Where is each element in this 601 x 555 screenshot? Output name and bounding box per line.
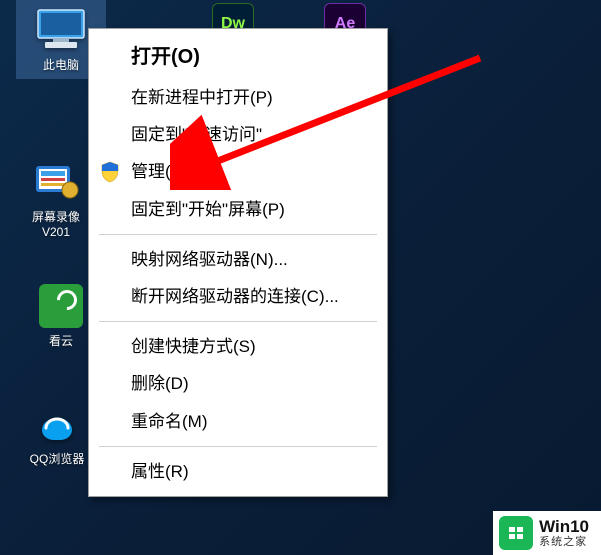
recorder-icon: [28, 158, 84, 206]
ctx-item-label: 重命名(M): [131, 408, 207, 435]
desktop-icon-label: QQ浏览器: [30, 452, 85, 467]
watermark-title: Win10: [539, 518, 589, 537]
ctx-item-delete[interactable]: 删除(D): [91, 365, 385, 402]
ctx-item-label: 创建快捷方式(S): [131, 333, 256, 360]
ctx-item-pin-start[interactable]: 固定到"开始"屏幕(P): [91, 191, 385, 228]
ctx-item-label: 打开(O): [131, 41, 200, 73]
context-menu: 打开(O) 在新进程中打开(P) 固定到"快速访问" 管理(G) 固定到"开始"…: [88, 28, 388, 497]
ctx-item-pin-quick-access[interactable]: 固定到"快速访问": [91, 116, 385, 153]
ctx-item-rename[interactable]: 重命名(M): [91, 403, 385, 440]
ctx-item-label: 管理(G): [131, 158, 190, 185]
ctx-item-manage[interactable]: 管理(G): [91, 153, 385, 190]
watermark: Win10 系统之家: [493, 511, 601, 555]
watermark-subtitle: 系统之家: [539, 536, 589, 548]
ctx-separator: [99, 234, 377, 235]
ctx-separator: [99, 446, 377, 447]
ctx-item-properties[interactable]: 属性(R): [91, 453, 385, 490]
ctx-item-label: 固定到"快速访问": [131, 121, 262, 148]
kanyun-icon: [33, 282, 89, 330]
ctx-item-label: 固定到"开始"屏幕(P): [131, 196, 285, 223]
ctx-item-label: 断开网络驱动器的连接(C)...: [131, 283, 339, 310]
ctx-item-map-network-drive[interactable]: 映射网络驱动器(N)...: [91, 241, 385, 278]
desktop-icon-label: 屏幕录像 V201: [32, 210, 80, 240]
shield-icon: [99, 161, 121, 183]
ctx-item-disconnect-network-drive[interactable]: 断开网络驱动器的连接(C)...: [91, 278, 385, 315]
ctx-item-label: 删除(D): [131, 370, 189, 397]
desktop: 此电脑 Dw Ae 屏幕录像 V201 看云: [0, 0, 601, 555]
ctx-item-label: 在新进程中打开(P): [131, 84, 273, 111]
ctx-item-create-shortcut[interactable]: 创建快捷方式(S): [91, 328, 385, 365]
ctx-item-open-new-process[interactable]: 在新进程中打开(P): [91, 79, 385, 116]
qq-browser-icon: [29, 400, 85, 448]
ctx-item-open[interactable]: 打开(O): [91, 35, 385, 79]
desktop-icon-label: 此电脑: [43, 58, 79, 73]
ctx-item-label: 映射网络驱动器(N)...: [131, 246, 288, 273]
ctx-separator: [99, 321, 377, 322]
desktop-icon-label: 看云: [49, 334, 73, 349]
ctx-item-label: 属性(R): [131, 458, 189, 485]
watermark-logo-icon: [499, 516, 533, 550]
computer-icon: [33, 6, 89, 54]
